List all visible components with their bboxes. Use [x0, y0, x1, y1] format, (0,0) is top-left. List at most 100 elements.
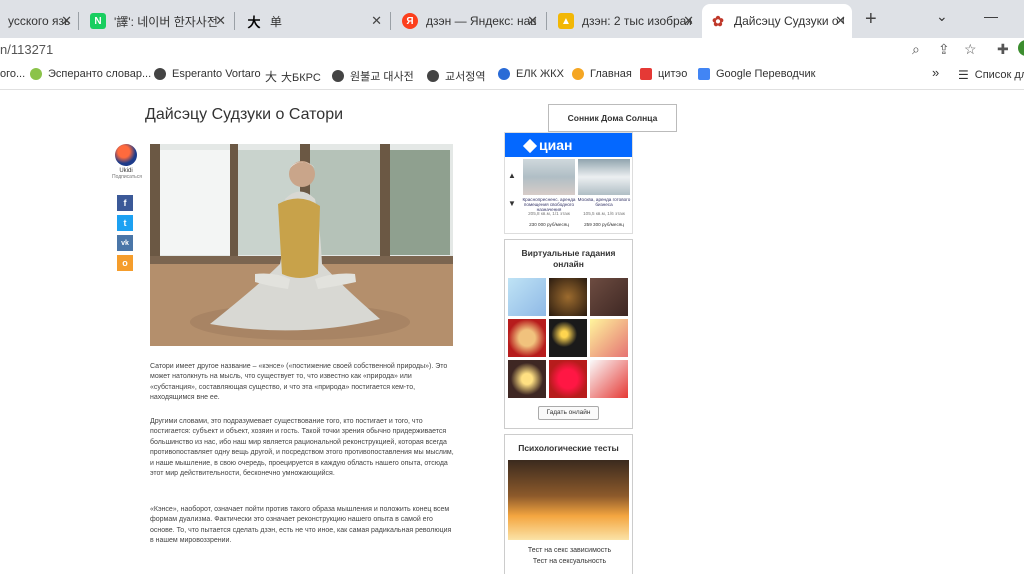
- divination-thumb[interactable]: [508, 278, 546, 316]
- tab-label: '譯': 네이버 한자사전: [114, 14, 218, 29]
- tab-naver[interactable]: N '譯': 네이버 한자사전 ✕: [82, 6, 232, 36]
- divination-button[interactable]: Гадать онлайн: [538, 406, 599, 420]
- tab-bar: усского язы ✕ N '譯': 네이버 한자사전 ✕ 大 单 ✕ Я …: [0, 0, 1024, 38]
- bookmark-item[interactable]: 교서정역: [427, 68, 485, 84]
- vk-share-icon[interactable]: vk: [117, 235, 133, 251]
- close-icon[interactable]: ✕: [215, 13, 226, 29]
- tab-kanji[interactable]: 大 单 ✕: [238, 6, 388, 36]
- kanji-icon: 大: [265, 70, 278, 84]
- bookmark-item[interactable]: Главная: [572, 68, 632, 80]
- bookmarks-more-button[interactable]: »: [932, 65, 939, 80]
- sonnik-link[interactable]: Сонник Дома Солнца: [548, 104, 677, 132]
- tab-dictionary[interactable]: усского язы ✕: [0, 6, 78, 36]
- elk-icon: [498, 68, 510, 80]
- cian-logo[interactable]: циан: [505, 133, 632, 157]
- meditating-monk-image: [150, 144, 453, 346]
- divination-thumb[interactable]: [549, 319, 587, 357]
- ad-item-area: 205,8 кв.м, 1/1 этаж: [528, 211, 570, 216]
- reading-list-button[interactable]: ☰ Список дл: [958, 68, 1024, 82]
- kanji-icon: 大: [247, 14, 261, 30]
- bookmark-item[interactable]: ого...: [0, 68, 25, 80]
- images-icon: ▲: [558, 13, 574, 29]
- ad-item-price: 259 300 руб/месяц: [584, 222, 624, 227]
- tab-label: Дайсэцу Судзуки о Сато: [734, 14, 844, 28]
- ad-item-text[interactable]: Москва, аренда готового бизнеса: [577, 197, 631, 207]
- page-content: Дайсэцу Судзуки о Сатори Ukidi Подписать…: [0, 90, 1024, 574]
- divination-title: Виртуальные гадания онлайн: [521, 248, 616, 269]
- divination-thumb[interactable]: [549, 278, 587, 316]
- address-bar: n/113271 ⌕ ⇪ ☆ ✚: [0, 38, 1024, 62]
- ad-photo[interactable]: [523, 159, 575, 195]
- close-icon[interactable]: ✕: [683, 13, 694, 29]
- tab-label: дзэн — Яндекс: нашлос: [426, 14, 536, 28]
- translate-icon: [698, 68, 710, 80]
- divination-thumb[interactable]: [590, 278, 628, 316]
- facebook-share-icon[interactable]: f: [117, 195, 133, 211]
- close-icon[interactable]: ✕: [835, 13, 846, 29]
- minimize-icon[interactable]: —: [984, 8, 998, 24]
- tab-yandex[interactable]: Я дзэн — Яндекс: нашлос ✕: [394, 6, 544, 36]
- tab-active-article[interactable]: ✿ Дайсэцу Судзуки о Сато ✕: [702, 4, 852, 38]
- ad-item-price: 230 000 руб/месяц: [529, 222, 569, 227]
- article-title: Дайсэцу Судзуки о Сатори: [145, 106, 344, 123]
- bookmark-item[interactable]: 大大БКРС: [265, 68, 321, 85]
- citeo-icon: [640, 68, 652, 80]
- close-icon[interactable]: ✕: [61, 13, 72, 29]
- avatar[interactable]: [115, 144, 137, 166]
- subscribe-link[interactable]: Подписаться: [112, 174, 142, 180]
- divination-thumb[interactable]: [549, 360, 587, 398]
- tests-title: Психологические тесты: [518, 443, 619, 453]
- twitter-share-icon[interactable]: t: [117, 215, 133, 231]
- author-block[interactable]: Ukidi Подписаться: [112, 144, 142, 180]
- globe-icon: [154, 68, 166, 80]
- ad-next-icon[interactable]: ▼: [508, 199, 516, 208]
- url-field[interactable]: n/113271: [0, 42, 53, 57]
- naver-icon: N: [90, 13, 106, 29]
- ad-photo[interactable]: [578, 159, 630, 195]
- extensions-icon[interactable]: ✚: [997, 41, 1009, 58]
- bookmark-item[interactable]: цитэо: [640, 68, 687, 80]
- article-photo: [150, 144, 453, 346]
- tab-images[interactable]: ▲ дзэн: 2 тыс изображен ✕: [550, 6, 700, 36]
- test-link[interactable]: Тест на секс зависимость: [505, 547, 634, 554]
- bookmark-item[interactable]: Esperanto Vortaro: [154, 68, 261, 80]
- close-icon[interactable]: ✕: [371, 13, 382, 29]
- tests-image[interactable]: [508, 460, 629, 540]
- zoom-icon[interactable]: ⌕: [912, 41, 920, 58]
- odnoklassniki-share-icon[interactable]: o: [117, 255, 133, 271]
- yandex-icon: Я: [402, 13, 418, 29]
- cian-logo-icon: [522, 139, 538, 154]
- home-icon: [572, 68, 584, 80]
- bookmark-item[interactable]: Google Переводчик: [698, 68, 816, 80]
- divination-thumb[interactable]: [508, 319, 546, 357]
- divination-thumb[interactable]: [508, 360, 546, 398]
- tab-label: дзэн: 2 тыс изображен: [582, 14, 692, 28]
- ad-item-area: 105,5 кв.м, 1/6 этаж: [583, 211, 625, 216]
- site-icon: ✿: [712, 12, 724, 29]
- bookmark-item[interactable]: Эсперанто словар...: [30, 68, 151, 80]
- divination-panel: Виртуальные гадания онлайн Гадать онлайн: [504, 239, 633, 429]
- bookmark-item[interactable]: 원불교 대사전: [332, 68, 414, 84]
- article-paragraph: Другими словами, это подразумевает сущес…: [150, 418, 454, 478]
- tab-label: 单: [270, 14, 283, 29]
- profile-avatar[interactable]: [1018, 40, 1024, 56]
- bookmark-item[interactable]: ЕЛК ЖКХ: [498, 68, 564, 80]
- cian-ad[interactable]: циан ▲ ▼ Краснопресненс. аренда помещени…: [504, 132, 633, 234]
- tests-panel: Психологические тесты Тест на секс завис…: [504, 434, 633, 574]
- globe-icon: [427, 70, 439, 82]
- article-paragraph: «Кэнсе», наоборот, означает пойти против…: [150, 506, 452, 545]
- divination-thumb[interactable]: [590, 319, 628, 357]
- divination-thumb[interactable]: [590, 360, 628, 398]
- new-tab-button[interactable]: +: [865, 8, 877, 31]
- list-icon: ☰: [958, 68, 969, 82]
- star-icon[interactable]: ☆: [964, 41, 977, 58]
- test-link[interactable]: Тест на сексуальность: [505, 558, 634, 565]
- bookmarks-bar: ого... Эсперанто словар... Esperanto Vor…: [0, 62, 1024, 90]
- close-icon[interactable]: ✕: [527, 13, 538, 29]
- ad-prev-icon[interactable]: ▲: [508, 171, 516, 180]
- tab-search-icon[interactable]: ⌄: [936, 8, 948, 25]
- share-icon[interactable]: ⇪: [938, 41, 950, 58]
- bookmark-icon: [30, 68, 42, 80]
- article-paragraph: Сатори имеет другое название – «кэнсе» (…: [150, 363, 448, 402]
- globe-icon: [332, 70, 344, 82]
